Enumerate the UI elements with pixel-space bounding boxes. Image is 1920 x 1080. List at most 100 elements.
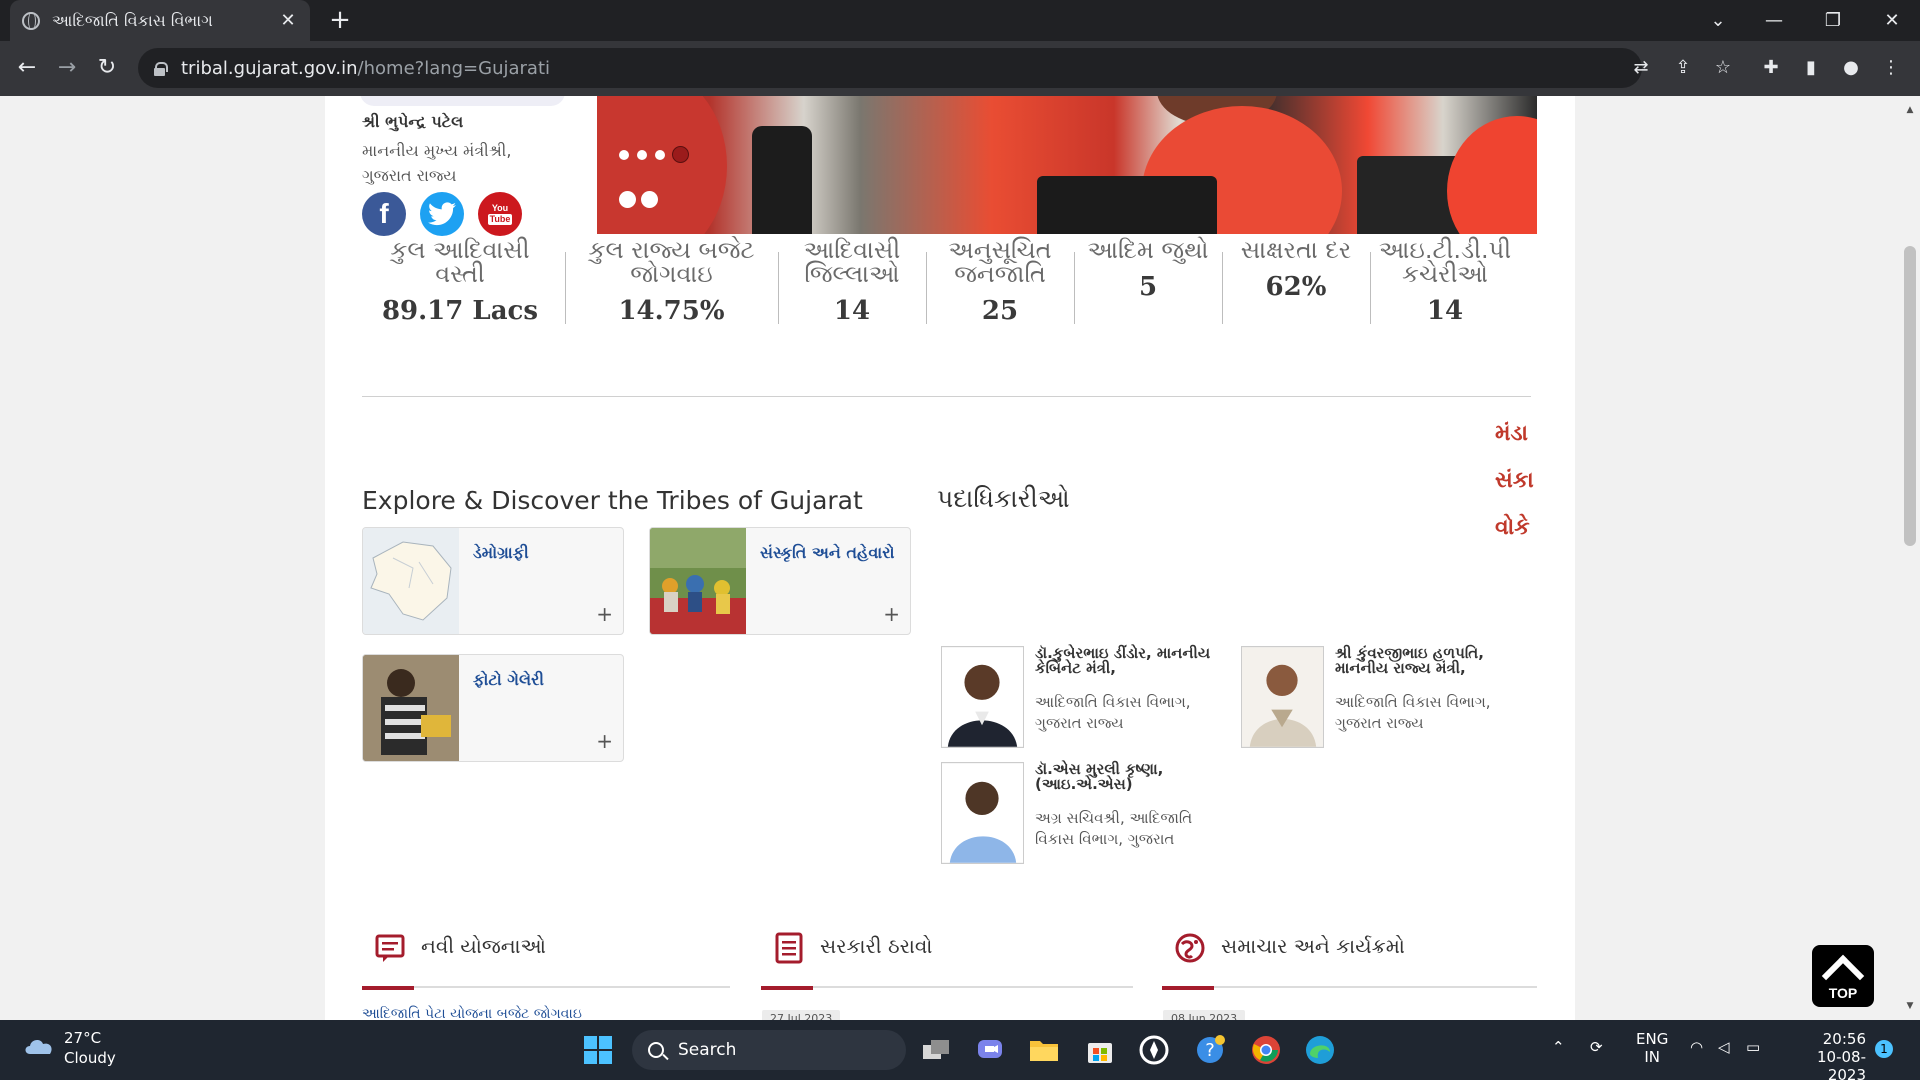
back-button[interactable]: ← xyxy=(10,51,44,85)
explore-card-photo-gallery[interactable]: ફોટો ગેલેરી + xyxy=(362,654,624,762)
active-tab[interactable]: આદિજાતિ વિકાસ વિભાગ ✕ xyxy=(10,0,310,41)
browser-window: આદિજાતિ વિકાસ વિભાગ ✕ + ⌄ — ❐ ✕ ← → ↻ tr… xyxy=(0,0,1920,1080)
input-language[interactable]: ENG IN xyxy=(1636,1030,1668,1066)
store-icon[interactable] xyxy=(1080,1030,1120,1070)
volume-icon[interactable]: ◁ xyxy=(1718,1038,1730,1056)
stat-literacy-rate: સાક્ષરતા દર 62% xyxy=(1222,238,1370,348)
translate-icon[interactable]: ⇄ xyxy=(1628,55,1654,81)
tab-government-resolutions[interactable]: સરકારી ઠરાવો xyxy=(761,930,1133,994)
official-name[interactable]: શ્રી કુંવરજીભાઇ હળપતિ, માનનીય રાજ્ય મંત્… xyxy=(1335,646,1515,676)
chrome-icon[interactable] xyxy=(1246,1030,1286,1070)
lock-icon[interactable] xyxy=(154,61,168,76)
twitter-icon[interactable] xyxy=(420,192,464,236)
close-tab-icon[interactable]: ✕ xyxy=(278,10,298,31)
tab-strip: આદિજાતિ વિકાસ વિભાગ ✕ + ⌄ — ❐ ✕ xyxy=(0,0,1920,41)
official-designation: આદિજાતિ વિકાસ વિભાગ, ગુજરાત રાજ્ય xyxy=(1335,693,1491,732)
gallery-photo-thumbnail xyxy=(363,655,459,761)
windows-taskbar: 27°C Cloudy Search ? ⌃ ⟳ ENG IN ◠ ◁ ▭ 20… xyxy=(0,1020,1920,1080)
weather-temperature[interactable]: 27°C xyxy=(64,1029,101,1047)
task-view-icon[interactable] xyxy=(916,1030,956,1070)
taskbar-search[interactable]: Search xyxy=(632,1030,906,1070)
facebook-icon[interactable]: f xyxy=(362,192,406,236)
explore-card-label[interactable]: ડેમોગ્રાફી xyxy=(473,540,613,565)
weather-condition[interactable]: Cloudy xyxy=(64,1049,116,1067)
tab-new-schemes[interactable]: નવી યોજનાઓ xyxy=(362,930,730,994)
new-tab-button[interactable]: + xyxy=(325,6,355,36)
explore-card-culture[interactable]: સંસ્કૃતિ અને તહેવારો + xyxy=(649,527,911,635)
help-icon[interactable]: ? xyxy=(1190,1030,1230,1070)
stat-scheduled-tribes: અનુસૂચિત જનજાતિ 25 xyxy=(926,238,1074,348)
search-icon xyxy=(648,1042,664,1058)
page-scrollbar[interactable]: ▲ ▼ xyxy=(1900,96,1920,1020)
official-name[interactable]: ડૉ.કુબેરભાઇ ડીંડોર, માનનીય કેબિનેટ મંત્ર… xyxy=(1035,646,1215,676)
address-bar[interactable]: tribal.gujarat.gov.in/home?lang=Gujarati xyxy=(138,48,1642,88)
reload-button[interactable]: ↻ xyxy=(90,51,124,85)
settings-app-icon[interactable] xyxy=(1134,1030,1174,1070)
slide-figure xyxy=(1447,116,1537,234)
menu-dots-icon[interactable]: ⋮ xyxy=(1878,55,1904,81)
official-photo xyxy=(941,762,1024,864)
marquee-item[interactable]: સંકા xyxy=(1495,468,1540,515)
url-host: tribal.gujarat.gov.in xyxy=(181,57,358,79)
start-button[interactable] xyxy=(578,1030,618,1070)
tab-title[interactable]: નવી યોજનાઓ xyxy=(421,934,546,958)
tab-news-events[interactable]: સમાચાર અને કાર્યક્રમો xyxy=(1162,930,1537,994)
wifi-icon[interactable]: ◠ xyxy=(1690,1038,1703,1056)
back-to-top-button[interactable]: TOP xyxy=(1812,945,1874,1007)
extensions-icon[interactable]: ✚ xyxy=(1758,55,1784,81)
slider-dot-active[interactable] xyxy=(672,146,689,163)
explore-card-label[interactable]: ફોટો ગેલેરી xyxy=(473,667,613,692)
date-badge: 27 Jul 2023 xyxy=(762,1010,841,1020)
stat-primitive-groups: આદિમ જુથો 5 xyxy=(1074,238,1222,348)
share-icon[interactable]: ⇪ xyxy=(1670,55,1696,81)
slider-dot[interactable] xyxy=(619,150,629,160)
tab-underline-accent xyxy=(761,986,813,990)
youtube-icon[interactable]: You Tube xyxy=(478,192,522,236)
restore-button[interactable]: ❐ xyxy=(1805,0,1861,41)
sync-icon[interactable]: ⟳ xyxy=(1590,1038,1603,1056)
slider-stop-icon[interactable] xyxy=(619,191,636,208)
scheme-link[interactable]: આદિજાતિ પેટા યોજના બજેટ જોગવાઇ xyxy=(362,1006,582,1020)
browser-toolbar: ← → ↻ tribal.gujarat.gov.in/home?lang=Gu… xyxy=(0,41,1920,96)
scroll-up-icon[interactable]: ▲ xyxy=(1904,104,1916,116)
notification-badge[interactable]: 1 xyxy=(1875,1040,1893,1058)
cloud-icon[interactable] xyxy=(22,1034,56,1056)
news-marquee[interactable]: મંડા સંકા વોકે xyxy=(1495,421,1540,562)
explore-title: Explore & Discover the Tribes of Gujarat xyxy=(362,486,863,515)
plus-icon[interactable]: + xyxy=(596,729,613,753)
slider-dot[interactable] xyxy=(637,150,647,160)
slide-figure xyxy=(752,126,812,234)
tab-underline xyxy=(362,986,730,988)
forward-button[interactable]: → xyxy=(50,51,84,85)
bookmark-star-icon[interactable]: ☆ xyxy=(1710,55,1736,81)
slider-pause-icon[interactable] xyxy=(641,191,658,208)
marquee-item[interactable]: મંડા xyxy=(1495,421,1540,468)
tab-search-icon[interactable]: ⌄ xyxy=(1690,0,1746,41)
battery-icon[interactable]: ▭ xyxy=(1746,1038,1760,1056)
explore-card-label[interactable]: સંસ્કૃતિ અને તહેવારો xyxy=(760,540,900,565)
date-badge: 08 Jun 2023 xyxy=(1163,1010,1246,1020)
close-window-button[interactable]: ✕ xyxy=(1864,0,1920,41)
plus-icon[interactable]: + xyxy=(883,602,900,626)
official-photo xyxy=(1241,646,1324,748)
teams-chat-icon[interactable] xyxy=(970,1030,1010,1070)
profile-icon[interactable]: ● xyxy=(1838,55,1864,81)
officials-title: પદાધિકારીઓ xyxy=(937,484,1070,513)
show-hidden-icons[interactable]: ⌃ xyxy=(1552,1038,1565,1056)
explore-card-demography[interactable]: ડેમોગ્રાફી + xyxy=(362,527,624,635)
scroll-down-icon[interactable]: ▼ xyxy=(1904,1000,1916,1012)
clock[interactable]: 20:56 10-08-2023 xyxy=(1784,1030,1866,1080)
banner-slider[interactable] xyxy=(597,96,1537,234)
official-name[interactable]: ડૉ.એસ મુરલી કૃષ્ણા, (આઇ.એ.એસ) xyxy=(1035,762,1215,792)
tab-title[interactable]: સમાચાર અને કાર્યક્રમો xyxy=(1221,934,1405,958)
marquee-item[interactable]: વોકે xyxy=(1495,515,1540,562)
plus-icon[interactable]: + xyxy=(596,602,613,626)
side-panel-icon[interactable]: ▮ xyxy=(1798,55,1824,81)
globe-icon xyxy=(22,11,40,30)
tab-title[interactable]: સરકારી ઠરાવો xyxy=(820,934,932,958)
edge-icon[interactable] xyxy=(1300,1030,1340,1070)
file-explorer-icon[interactable] xyxy=(1024,1030,1064,1070)
minimize-button[interactable]: — xyxy=(1746,0,1802,41)
scroll-thumb[interactable] xyxy=(1904,246,1916,546)
slider-dot[interactable] xyxy=(655,150,665,160)
